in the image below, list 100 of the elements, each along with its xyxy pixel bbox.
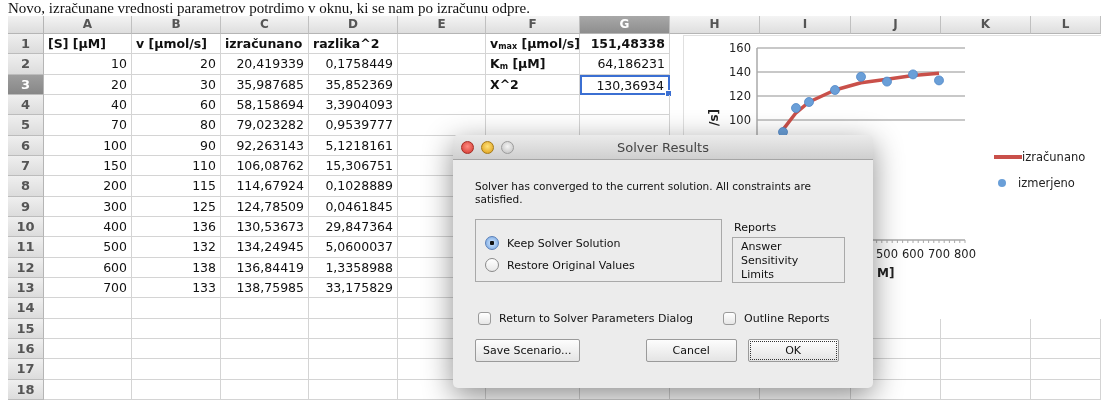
table-cell[interactable]: 133 [132,277,221,299]
column-header[interactable]: K [941,16,1031,34]
empty-cell[interactable] [398,54,486,75]
table-cell[interactable]: 132 [132,237,221,258]
column-header[interactable]: H [670,16,760,34]
row-header[interactable]: 10 [8,216,44,238]
table-cell[interactable]: K$_{m}$ [µM] [486,54,580,75]
select-all-corner[interactable] [8,16,44,34]
table-cell[interactable]: 20,419339 [221,54,309,75]
column-header[interactable]: B [132,16,221,34]
table-cell[interactable]: 400 [44,216,132,238]
table-cell[interactable]: [S] [µM] [44,34,132,55]
row-header[interactable]: 12 [8,257,44,278]
minimize-button[interactable] [481,140,494,154]
table-cell[interactable]: 106,08762 [221,155,309,177]
empty-cell[interactable] [309,298,398,319]
table-cell[interactable]: razlika^2 [309,34,398,55]
table-cell[interactable]: 125 [132,196,221,217]
empty-cell[interactable] [486,95,580,116]
empty-cell[interactable] [1031,379,1101,400]
table-cell[interactable]: izračunano [221,34,309,55]
table-cell[interactable]: 134,24945 [221,237,309,258]
empty-cell[interactable] [132,318,221,339]
table-cell[interactable]: 35,987685 [221,74,309,95]
radio-label[interactable]: Restore Original Values [507,258,635,272]
dialog-button[interactable]: Cancel [645,339,737,362]
table-cell[interactable]: 136,84419 [221,257,309,278]
table-cell[interactable]: 64,186231 [580,54,670,75]
table-cell[interactable]: 0,1028889 [309,176,398,197]
row-header[interactable]: 6 [8,135,44,156]
table-cell[interactable]: 60 [132,95,221,116]
row-header[interactable]: 5 [8,115,44,136]
table-cell[interactable]: 0,9539777 [309,115,398,136]
row-header[interactable]: 9 [8,196,44,217]
table-cell[interactable]: 700 [44,277,132,299]
row-header[interactable]: 2 [8,54,44,75]
table-cell[interactable]: 114,67924 [221,176,309,197]
table-cell[interactable]: 3,3904093 [309,95,398,116]
checkbox-label[interactable]: Outline Reports [744,312,830,325]
empty-cell[interactable] [309,379,398,400]
row-header[interactable]: 11 [8,237,44,258]
table-cell[interactable]: 40 [44,95,132,116]
list-item[interactable]: Answer [741,240,844,254]
table-cell[interactable]: 138 [132,257,221,278]
table-cell[interactable]: 70 [44,115,132,136]
table-cell[interactable]: 33,175829 [309,277,398,299]
zoom-button[interactable] [501,140,514,154]
row-header[interactable]: 17 [8,359,44,380]
fill-handle[interactable] [665,90,672,97]
table-cell[interactable]: 20 [132,54,221,75]
table-cell[interactable]: 136 [132,216,221,238]
table-cell[interactable]: 79,023282 [221,115,309,136]
radio-button[interactable] [485,258,499,272]
empty-cell[interactable] [309,318,398,339]
close-button[interactable] [461,140,474,154]
empty-cell[interactable] [941,379,1031,400]
checkbox[interactable] [478,312,491,325]
column-header[interactable]: L [1031,16,1101,34]
table-cell[interactable]: 0,0461845 [309,196,398,217]
table-cell[interactable]: 90 [132,135,221,156]
checkbox[interactable] [723,312,737,325]
empty-cell[interactable] [221,298,309,319]
selected-cell[interactable]: 130,36934 [580,74,670,95]
row-header[interactable]: 14 [8,298,44,319]
empty-cell[interactable] [398,34,486,55]
empty-cell[interactable] [132,298,221,319]
row-header[interactable]: 8 [8,176,44,197]
table-cell[interactable]: 110 [132,155,221,177]
dialog-button[interactable]: OK [747,339,839,362]
empty-cell[interactable] [309,359,398,380]
empty-cell[interactable] [309,338,398,360]
table-cell[interactable]: 5,0600037 [309,237,398,258]
table-cell[interactable]: 124,78509 [221,196,309,217]
column-header[interactable]: D [309,16,398,34]
table-cell[interactable]: 600 [44,257,132,278]
row-header[interactable]: 1 [8,34,44,55]
row-header[interactable]: 13 [8,277,44,299]
column-header[interactable]: J [851,16,941,34]
table-cell[interactable]: 20 [44,74,132,95]
column-header[interactable]: C [221,16,309,34]
table-cell[interactable]: 58,158694 [221,95,309,116]
table-cell[interactable]: 10 [44,54,132,75]
table-cell[interactable]: 150 [44,155,132,177]
empty-cell[interactable] [132,338,221,360]
table-cell[interactable]: 0,1758449 [309,54,398,75]
table-cell[interactable]: 30 [132,74,221,95]
table-cell[interactable]: v$_{max}$ [µmol/s] [486,34,580,55]
empty-cell[interactable] [132,359,221,380]
table-cell[interactable]: 35,852369 [309,74,398,95]
empty-cell[interactable] [221,379,309,400]
empty-cell[interactable] [221,318,309,339]
table-cell[interactable]: 500 [44,237,132,258]
list-item[interactable]: Limits [741,268,844,282]
empty-cell[interactable] [221,359,309,380]
list-item[interactable]: Sensitivity [741,254,844,268]
empty-cell[interactable] [398,74,486,95]
column-header[interactable]: I [760,16,851,34]
empty-cell[interactable] [221,338,309,360]
empty-cell[interactable] [132,379,221,400]
column-header[interactable]: A [44,16,132,34]
